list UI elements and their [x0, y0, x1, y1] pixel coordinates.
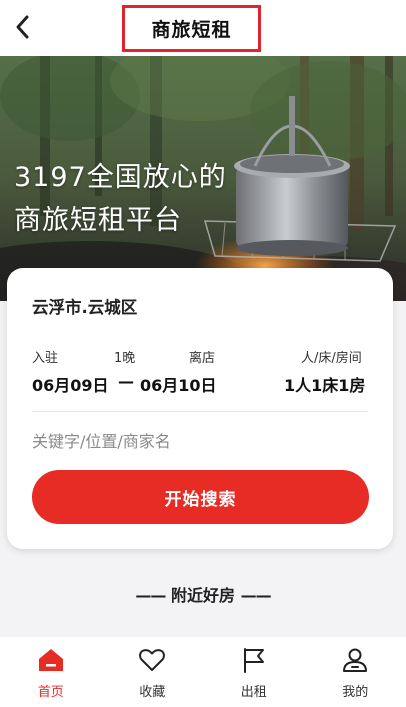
home-icon — [36, 645, 66, 675]
date-separator: — — [118, 372, 134, 391]
checkout-date[interactable]: 06月10日 — [140, 372, 217, 396]
tab-mine-label: 我的 — [342, 685, 369, 700]
checkout-label: 离店 — [189, 351, 216, 366]
hero-slogan: 3197全国放心的 商旅短租平台 — [14, 156, 227, 242]
tab-favorites-label: 收藏 — [139, 685, 166, 700]
tab-favorites[interactable]: 收藏 — [102, 637, 204, 707]
guests-value[interactable]: 1人1床1房 — [284, 372, 365, 396]
user-icon — [340, 645, 370, 675]
hero-slogan-line2: 商旅短租平台 — [14, 205, 182, 236]
start-search-button[interactable]: 开始搜索 — [32, 470, 369, 524]
tab-home-label: 首页 — [37, 685, 64, 700]
tab-rent-out[interactable]: 出租 — [203, 637, 305, 707]
back-button[interactable] — [8, 10, 38, 44]
top-nav-bar: 商旅短租 — [0, 0, 406, 56]
page-title-highlight: 商旅短租 — [122, 5, 261, 52]
tab-mine[interactable]: 我的 — [305, 637, 406, 707]
hero-banner: 3197全国放心的 商旅短租平台 — [0, 56, 406, 301]
keyword-search-input[interactable] — [32, 426, 362, 456]
search-card: 云浮市.云城区 入驻 1晚 离店 人/床/房间 06月09日 — 06月10日 … — [7, 268, 393, 549]
card-divider — [32, 411, 368, 412]
tab-home[interactable]: 首页 — [0, 637, 102, 707]
bottom-tab-bar: 首页 收藏 出租 我的 — [0, 637, 406, 707]
nights-label: 1晚 — [114, 351, 136, 366]
chevron-left-icon — [16, 15, 29, 39]
guests-label: 人/床/房间 — [301, 351, 362, 366]
checkin-label: 入驻 — [32, 351, 59, 366]
page-title: 商旅短租 — [151, 19, 232, 41]
hero-slogan-line1: 3197全国放心的 — [14, 162, 227, 193]
section-dash-left: —— — [135, 586, 166, 605]
nearby-section-title: —— 附近好房 —— — [0, 582, 406, 606]
section-dash-right: —— — [240, 586, 272, 605]
city-selector[interactable]: 云浮市.云城区 — [32, 294, 137, 318]
heart-icon — [137, 645, 167, 675]
section-title-text: 附近好房 — [170, 586, 235, 605]
flag-icon — [239, 645, 269, 675]
checkin-date[interactable]: 06月09日 — [32, 372, 109, 396]
tab-rent-out-label: 出租 — [240, 685, 267, 700]
